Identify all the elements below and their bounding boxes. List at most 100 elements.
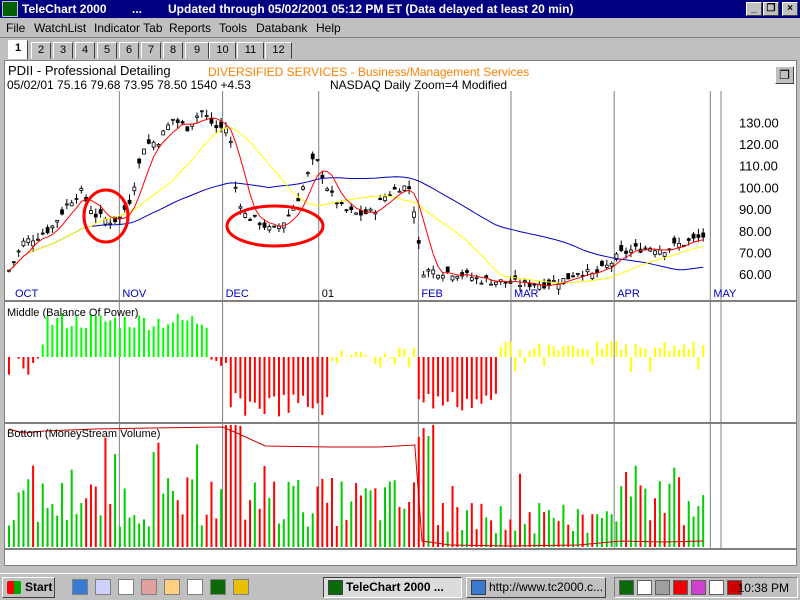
moving-average-medium — [8, 127, 704, 284]
telechart-app-icon[interactable] — [2, 1, 18, 17]
tools-icon[interactable] — [141, 579, 157, 595]
candle-body — [445, 266, 450, 273]
candle-body — [310, 153, 315, 160]
candle-body — [339, 202, 344, 205]
tray-device-icon[interactable] — [655, 580, 670, 595]
tray-network-icon[interactable] — [637, 580, 652, 595]
task-telechart[interactable]: TeleChart 2000 ... — [323, 577, 462, 598]
minimize-button[interactable]: _ — [746, 2, 762, 16]
menu-tools[interactable]: Tools — [219, 21, 247, 35]
chart-svg: 130.00 120.00 110.00 100.00 90.00 80.00 70.00 6… — [5, 91, 796, 550]
candle-body — [69, 202, 74, 207]
candle-body — [633, 243, 638, 247]
desktop-icon[interactable] — [95, 579, 111, 595]
task-browser[interactable]: http://www.tc2000.c... — [466, 577, 606, 598]
tab-5[interactable]: 5 — [97, 42, 117, 59]
candle-body — [628, 249, 633, 253]
annotation-circle-oct — [82, 188, 130, 244]
price-candles — [7, 109, 706, 295]
menu-reports[interactable]: Reports — [169, 21, 211, 35]
candle-body — [469, 277, 474, 281]
app-icon[interactable] — [164, 579, 180, 595]
tab-11[interactable]: 11 — [237, 42, 264, 59]
candle-body — [45, 227, 50, 234]
month-label-dec: DEC — [226, 288, 249, 300]
candle-body — [585, 269, 590, 273]
candle-body — [55, 219, 60, 223]
candle-body — [21, 240, 26, 247]
chart-icon[interactable] — [210, 579, 226, 595]
tray-speaker-icon[interactable] — [709, 580, 724, 595]
candle-body — [325, 188, 330, 191]
candle-body — [643, 247, 648, 250]
tray-telechart-icon[interactable] — [619, 580, 634, 595]
candle-body — [575, 273, 580, 275]
month-label-01: 01 — [322, 288, 334, 300]
candle-body — [238, 206, 243, 209]
ftp-icon[interactable] — [118, 579, 134, 595]
candle-body — [228, 141, 233, 144]
candle-body — [185, 126, 190, 132]
candle-body — [132, 186, 137, 192]
tab-6[interactable]: 6 — [119, 42, 139, 59]
restore-button[interactable]: ❐ — [763, 2, 779, 16]
candle-body — [494, 281, 498, 285]
menu-watchlist[interactable]: WatchList — [34, 21, 86, 35]
notepad-icon[interactable] — [187, 579, 203, 595]
menu-databank[interactable]: Databank — [256, 21, 307, 35]
candle-body — [286, 214, 291, 217]
window-titlebar[interactable]: TeleChart 2000 ... Updated through 05/02… — [0, 0, 800, 18]
price-y-ticks: 130.00 120.00 110.00 100.00 90.00 80.00 70.00 6… — [739, 115, 779, 282]
candle-body — [161, 130, 166, 136]
candle-body — [117, 216, 122, 219]
tray-app-icon[interactable] — [691, 580, 706, 595]
tab-3[interactable]: 3 — [53, 42, 73, 59]
candle-body — [344, 209, 349, 212]
candle-body — [330, 190, 334, 193]
chart-grid — [5, 91, 796, 550]
chart-window[interactable]: PDII - Professional Detailing DIVERSIFIE… — [4, 60, 797, 566]
candle-body — [267, 226, 272, 231]
menu-file[interactable]: File — [6, 21, 25, 35]
tab-8[interactable]: 8 — [163, 42, 183, 59]
tab-7[interactable]: 7 — [141, 42, 161, 59]
candle-body — [89, 210, 93, 214]
candle-body — [262, 222, 267, 228]
candle-body — [455, 275, 460, 279]
candle-body — [691, 233, 696, 239]
candle-body — [503, 281, 508, 284]
bottom-pane-label: Bottom (MoneyStream Volume) — [7, 428, 160, 440]
tab-9[interactable]: 9 — [185, 42, 209, 59]
candle-body — [195, 115, 199, 118]
menu-bar: File WatchList Indicator Tab Reports Too… — [0, 18, 800, 38]
winamp-icon[interactable] — [233, 579, 249, 595]
month-label-nov: NOV — [122, 288, 147, 300]
y-tick-70: 70.00 — [739, 245, 772, 260]
tab-12[interactable]: 12 — [265, 42, 292, 59]
candle-body — [474, 277, 479, 280]
candle-body — [214, 125, 219, 129]
candle-body — [465, 270, 469, 273]
start-button[interactable]: Start — [2, 577, 55, 598]
candle-body — [175, 119, 180, 123]
candle-body — [60, 209, 64, 215]
candle-body — [243, 213, 248, 218]
windows-taskbar: Start TeleChart 2000 ... http://www.tc20… — [0, 573, 800, 600]
tab-2[interactable]: 2 — [31, 42, 51, 59]
candle-body — [392, 186, 397, 190]
candle-body — [600, 260, 604, 266]
balance-of-power-bars — [8, 313, 705, 417]
menu-help[interactable]: Help — [316, 21, 341, 35]
ie-icon[interactable] — [72, 579, 88, 595]
y-tick-120: 120.00 — [739, 137, 779, 152]
candle-body — [551, 280, 556, 283]
close-button[interactable]: × — [782, 2, 798, 16]
tab-10[interactable]: 10 — [209, 42, 236, 59]
tab-1[interactable]: 1 — [8, 40, 28, 60]
tray-ati-icon[interactable] — [673, 580, 688, 595]
tab-4[interactable]: 4 — [75, 42, 95, 59]
candle-body — [199, 110, 204, 113]
menu-indicator-tab[interactable]: Indicator Tab — [94, 21, 163, 35]
window-title: TeleChart 2000 — [22, 2, 107, 16]
candle-body — [604, 264, 609, 268]
